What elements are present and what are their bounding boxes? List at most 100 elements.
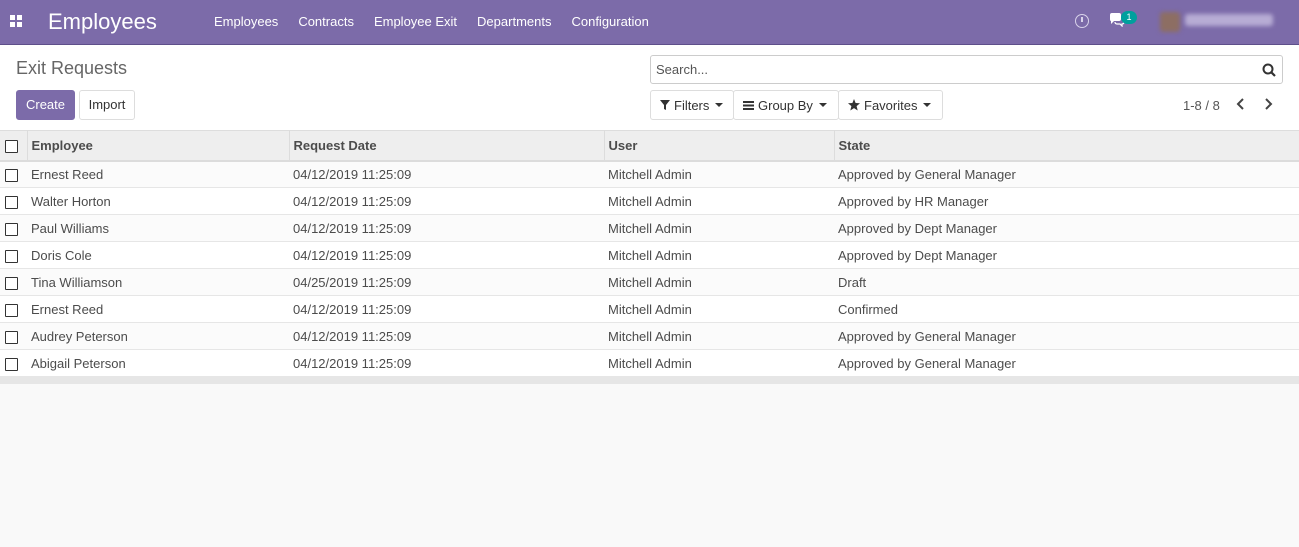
cell-request-date: 04/12/2019 11:25:09 (293, 193, 412, 209)
row-checkbox[interactable] (5, 276, 18, 290)
pager-value[interactable]: 1-8 / 8 (1183, 98, 1220, 113)
row-checkbox[interactable] (5, 249, 18, 263)
table-row[interactable]: Ernest Reed 04/12/2019 11:25:09 Mitchell A… (0, 160, 1299, 188)
list-icon (743, 101, 754, 110)
cell-employee: Ernest Reed (31, 166, 104, 182)
import-button[interactable]: Import (79, 90, 135, 120)
favorites-label: Favorites (864, 97, 918, 113)
cell-state: Draft (838, 274, 867, 290)
table-row[interactable]: Walter Horton 04/12/2019 11:25:09 Mitchell… (0, 187, 1299, 215)
cell-state: Approved by General Manager (838, 328, 1016, 344)
cell-request-date: 04/12/2019 11:25:09 (293, 220, 412, 236)
chevron-down-icon (715, 103, 724, 107)
table-row[interactable]: Ernest Reed 04/12/2019 11:25:09 Mitchell A… (0, 295, 1299, 323)
chevron-left-icon[interactable] (1233, 95, 1249, 113)
column-header-state[interactable]: State (834, 131, 1299, 161)
cell-employee: Ernest Reed (31, 301, 104, 317)
exit-requests-list: Employee Request Date User State Ernest … (0, 130, 1299, 384)
table-row[interactable]: Abigail Peterson 04/12/2019 11:25:09 Mitch… (0, 349, 1299, 377)
cell-request-date: 04/12/2019 11:25:09 (293, 355, 412, 371)
row-select-cell (0, 215, 27, 242)
user-avatar[interactable] (1160, 12, 1180, 32)
table-row[interactable]: Paul Williams 04/12/2019 11:25:09 Mitchell… (0, 214, 1299, 242)
group-by-button[interactable]: Group By (733, 90, 839, 120)
user-menu[interactable] (1185, 14, 1273, 26)
list-footer (0, 377, 1299, 384)
row-checkbox[interactable] (5, 168, 18, 182)
select-all-checkbox[interactable] (5, 139, 18, 153)
cell-state: Confirmed (838, 301, 898, 317)
cell-state: Approved by Dept Manager (838, 220, 997, 236)
row-checkbox[interactable] (5, 195, 18, 209)
cell-request-date: 04/12/2019 11:25:09 (293, 247, 412, 263)
search-icon[interactable] (1262, 63, 1276, 77)
cell-employee: Paul Williams (31, 220, 110, 236)
group-by-label: Group By (758, 97, 813, 113)
cell-employee: Doris Cole (31, 247, 92, 263)
cell-user: Mitchell Admin (608, 247, 692, 263)
row-select-cell (0, 269, 27, 296)
table-row[interactable]: Doris Cole 04/12/2019 11:25:09 Mitchell Ad… (0, 241, 1299, 269)
cell-user: Mitchell Admin (608, 166, 692, 182)
column-header-user[interactable]: User (604, 130, 835, 161)
table-row[interactable]: Audrey Peterson 04/12/2019 11:25:09 Mitche… (0, 322, 1299, 350)
cell-employee: Audrey Peterson (31, 328, 128, 344)
search-box (650, 55, 1283, 84)
favorites-button[interactable]: Favorites (838, 90, 943, 120)
activity-clock-icon[interactable] (1075, 14, 1089, 28)
menu-item-departments[interactable]: Departments (467, 0, 561, 44)
filters-label: Filters (674, 97, 710, 113)
filter-icon (660, 100, 670, 110)
column-header-employee[interactable]: Employee (27, 130, 290, 161)
star-icon (848, 99, 860, 111)
app-title: Employees (48, 9, 157, 34)
apps-menu-icon[interactable] (10, 15, 23, 28)
cell-employee: Abigail Peterson (31, 355, 126, 371)
select-all-cell (0, 130, 28, 161)
menu-item-employees[interactable]: Employees (204, 0, 288, 44)
cell-user: Mitchell Admin (608, 274, 692, 290)
row-checkbox[interactable] (5, 357, 18, 371)
list-table: Employee Request Date User State Ernest … (0, 130, 1299, 377)
row-select-cell (0, 350, 27, 377)
cell-state: Approved by Dept Manager (838, 247, 997, 263)
control-panel: Exit Requests Create Import Filters Grou… (0, 45, 1299, 130)
cell-state: Approved by General Manager (838, 166, 1016, 182)
cell-user: Mitchell Admin (608, 301, 692, 317)
cell-state: Approved by HR Manager (838, 193, 989, 209)
row-select-cell (0, 296, 27, 323)
row-select-cell (0, 242, 27, 269)
row-select-cell (0, 161, 27, 188)
filters-button[interactable]: Filters (650, 90, 734, 120)
create-button[interactable]: Create (16, 90, 75, 120)
chevron-down-icon (818, 103, 827, 107)
cell-request-date: 04/12/2019 11:25:09 (293, 166, 412, 182)
cell-employee: Tina Williamson (31, 274, 123, 290)
chevron-right-icon[interactable] (1260, 95, 1276, 113)
top-menu: Employees Contracts Employee Exit Depart… (204, 0, 659, 44)
cell-user: Mitchell Admin (608, 220, 692, 236)
table-row[interactable]: Tina Williamson 04/25/2019 11:25:09 Mitche… (0, 268, 1299, 296)
table-header: Employee Request Date User State (0, 130, 1299, 161)
row-checkbox[interactable] (5, 330, 18, 344)
cell-request-date: 04/12/2019 11:25:09 (293, 301, 412, 317)
column-header-request-date[interactable]: Request Date (289, 130, 605, 161)
cell-user: Mitchell Admin (608, 355, 692, 371)
row-checkbox[interactable] (5, 222, 18, 236)
menu-item-contracts[interactable]: Contracts (288, 0, 364, 44)
cell-request-date: 04/12/2019 11:25:09 (293, 328, 412, 344)
cell-employee: Walter Horton (31, 193, 111, 209)
cell-user: Mitchell Admin (608, 193, 692, 209)
chat-badge: 1 (1121, 11, 1137, 24)
row-select-cell (0, 323, 27, 350)
cell-request-date: 04/25/2019 11:25:09 (293, 274, 412, 290)
row-select-cell (0, 188, 27, 215)
search-input[interactable] (656, 62, 1236, 77)
cell-state: Approved by General Manager (838, 355, 1016, 371)
chevron-down-icon (923, 103, 932, 107)
row-checkbox[interactable] (5, 303, 18, 317)
menu-item-employee-exit[interactable]: Employee Exit (364, 0, 467, 44)
cell-user: Mitchell Admin (608, 328, 692, 344)
top-navbar: Employees Employees Contracts Employee E… (0, 0, 1299, 45)
menu-item-configuration[interactable]: Configuration (561, 0, 658, 44)
